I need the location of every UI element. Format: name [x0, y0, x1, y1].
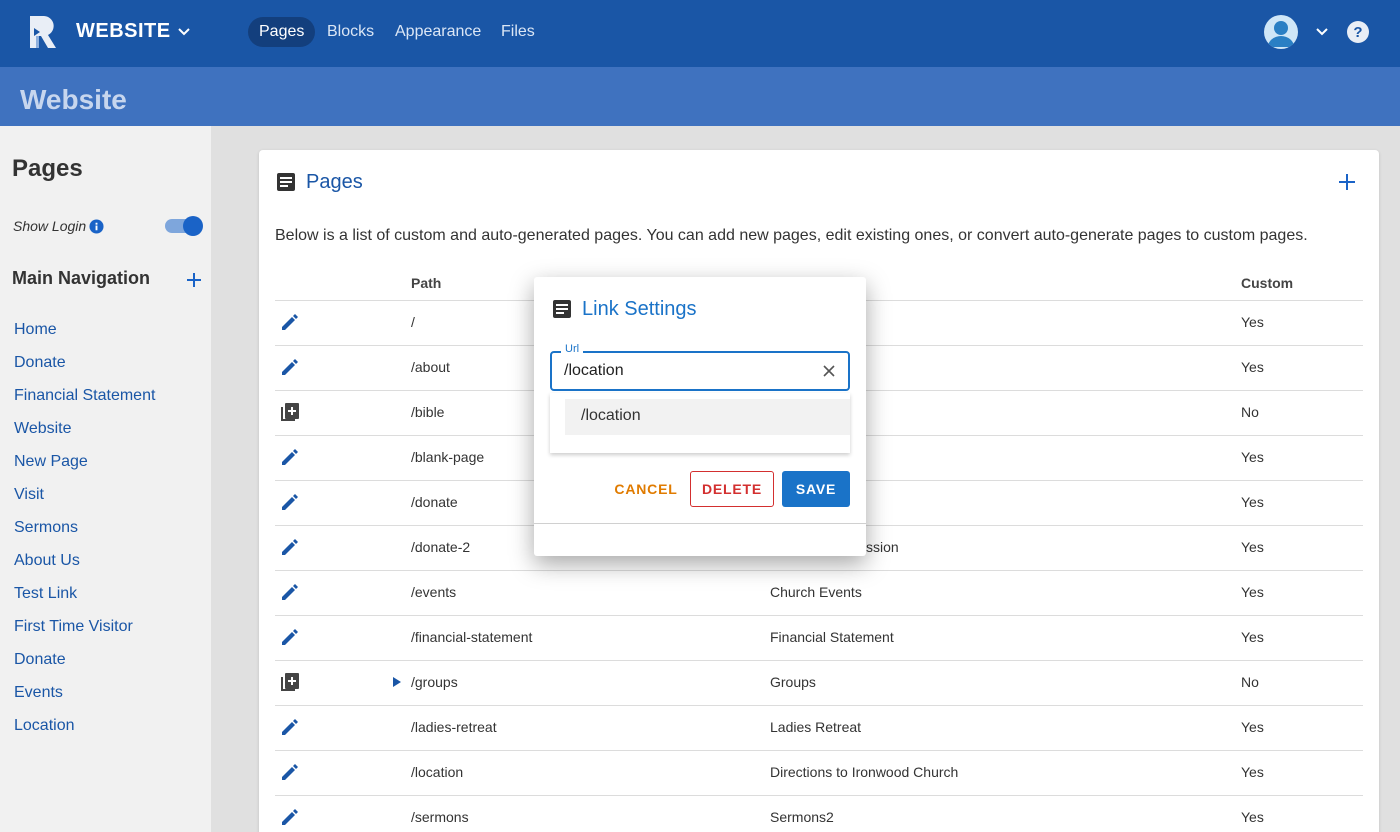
dialog-divider [534, 523, 866, 524]
dialog-title: Link Settings [582, 298, 697, 320]
delete-button[interactable]: DELETE [690, 471, 774, 507]
cancel-button[interactable]: CANCEL [610, 471, 682, 507]
clear-icon[interactable] [821, 363, 837, 379]
document-icon [553, 300, 571, 318]
url-field-label: Url [561, 343, 584, 355]
save-button[interactable]: SAVE [782, 471, 850, 507]
url-input-value[interactable]: /location [564, 362, 624, 380]
autocomplete-option-label[interactable]: /location [581, 407, 641, 425]
